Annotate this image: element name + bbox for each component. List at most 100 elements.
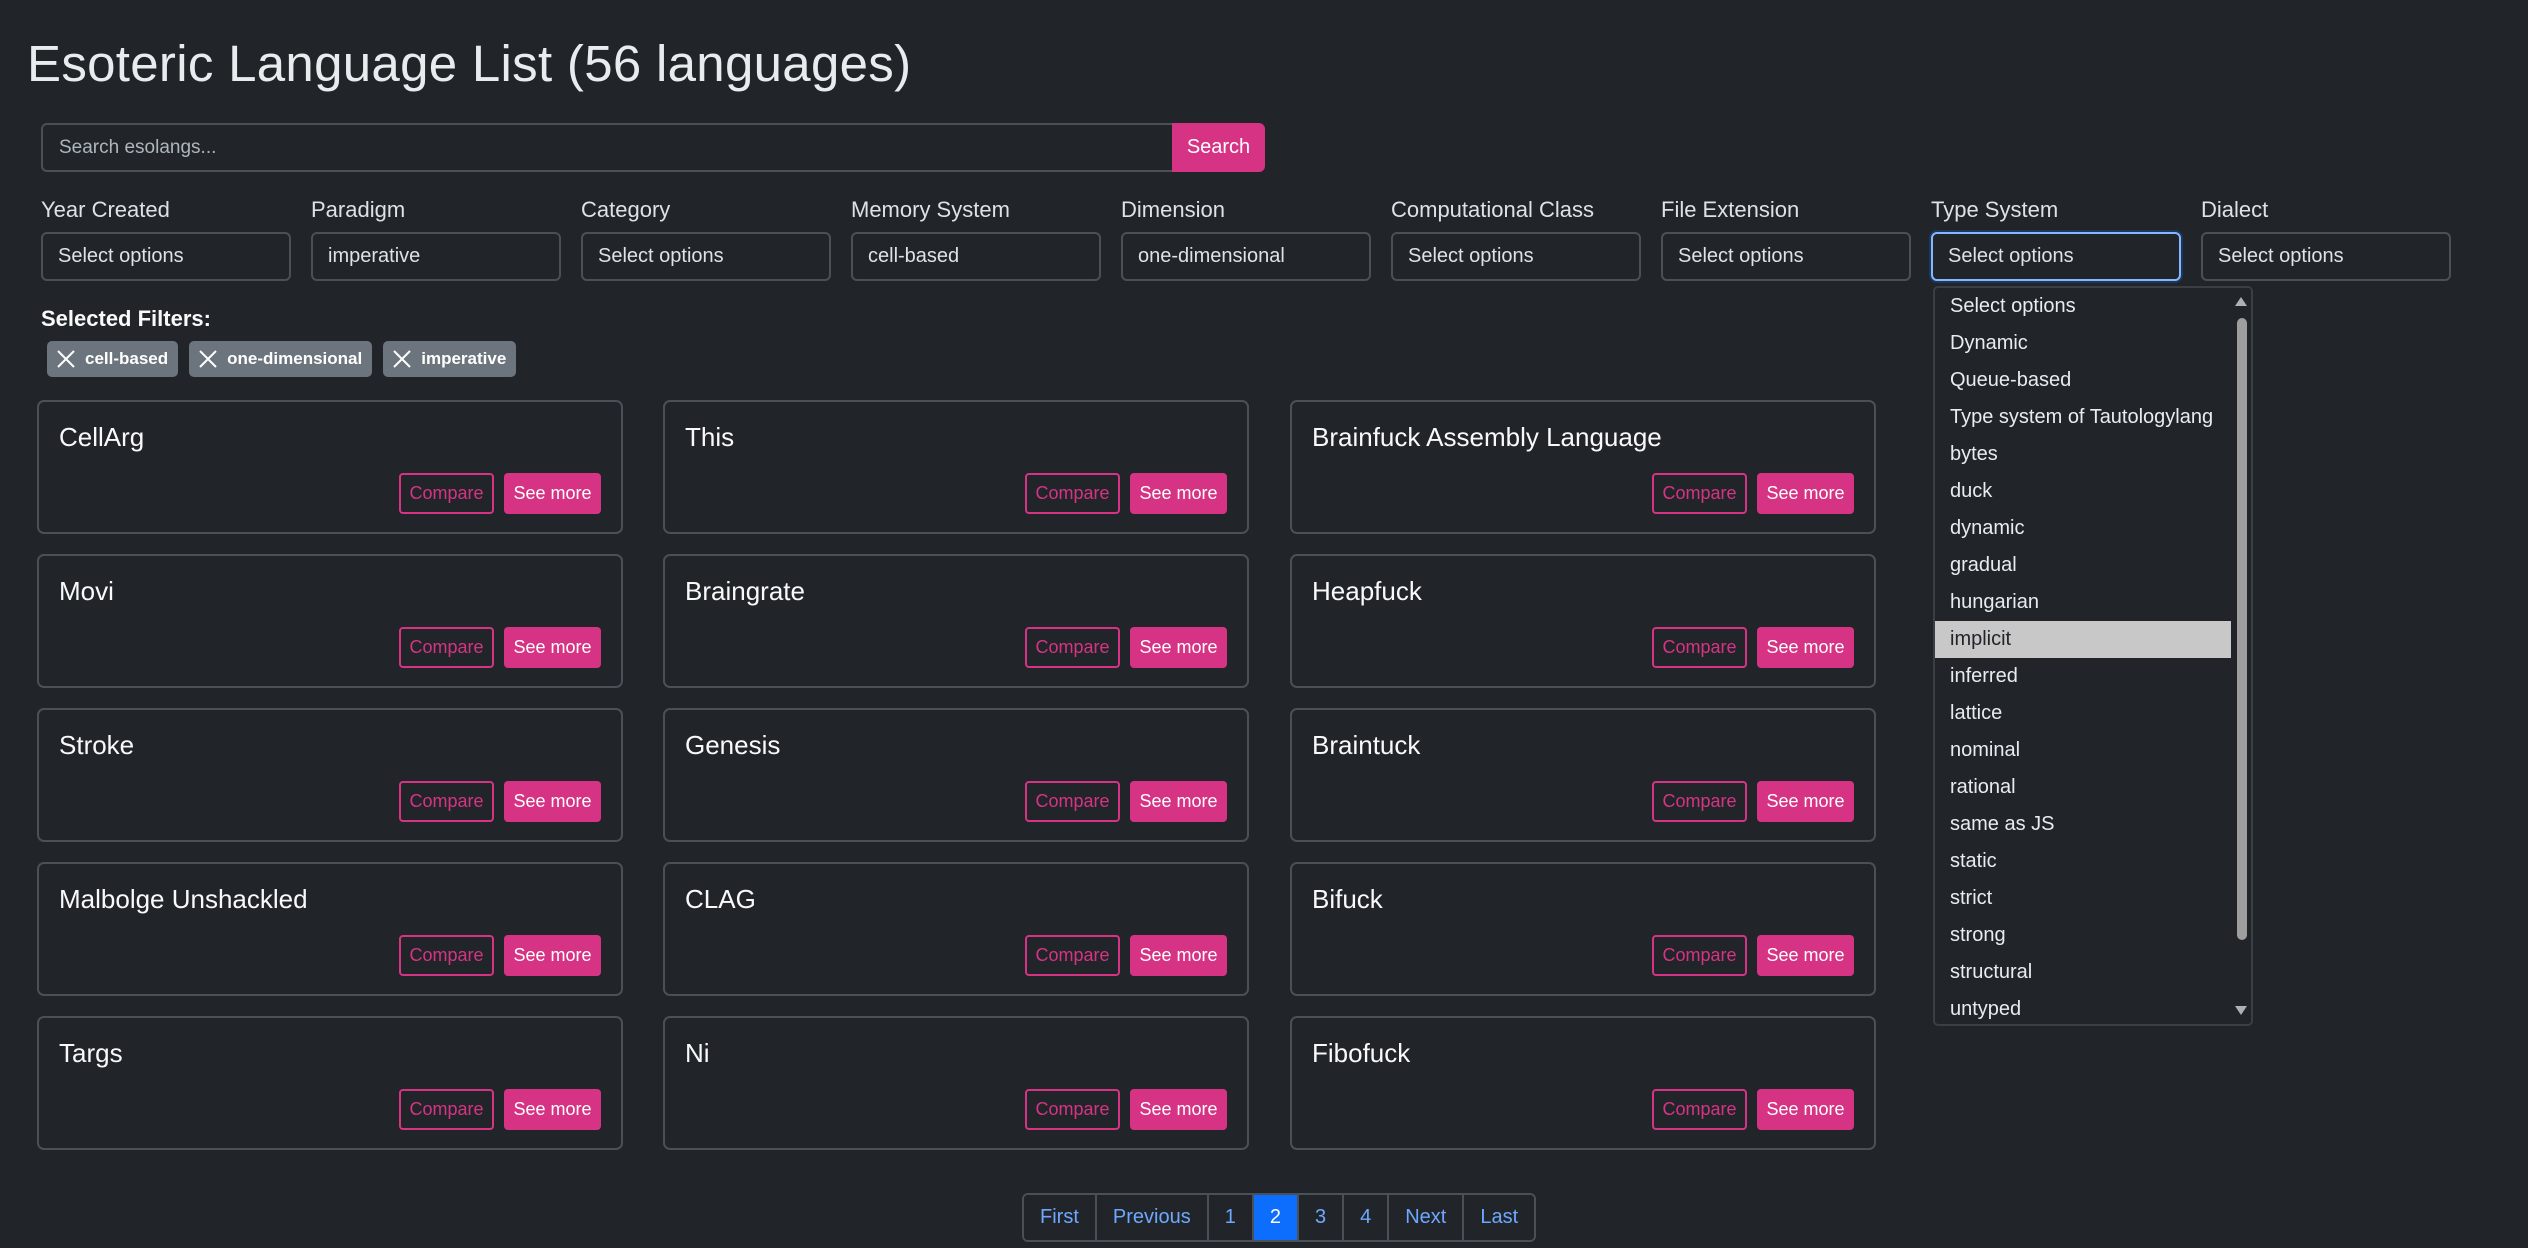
dropdown-option-dynamic[interactable]: Dynamic xyxy=(1935,325,2231,362)
dropdown-option-inferred[interactable]: inferred xyxy=(1935,658,2231,695)
remove-x-icon[interactable] xyxy=(55,348,77,370)
language-card: Genesis Compare See more xyxy=(663,708,1249,842)
dropdown-option-type-system-of-tautologylang[interactable]: Type system of Tautologylang xyxy=(1935,399,2231,436)
compare-button[interactable]: Compare xyxy=(1025,473,1120,514)
dropdown-option-lattice[interactable]: lattice xyxy=(1935,695,2231,732)
filter-chip-one-dimensional[interactable]: one-dimensional xyxy=(189,341,373,377)
language-name: Braingrate xyxy=(685,576,805,606)
filter-select-paradigm[interactable]: imperative xyxy=(311,232,561,281)
dropdown-option-strong[interactable]: strong xyxy=(1935,917,2231,954)
see-more-button[interactable]: See more xyxy=(504,781,601,822)
dropdown-option-rational[interactable]: rational xyxy=(1935,769,2231,806)
dropdown-option-untyped[interactable]: untyped xyxy=(1935,991,2231,1024)
dropdown-option-static[interactable]: static xyxy=(1935,843,2231,880)
compare-button[interactable]: Compare xyxy=(1025,935,1120,976)
dropdown-option-dynamic[interactable]: dynamic xyxy=(1935,510,2231,547)
filter-select-memory-system[interactable]: cell-based xyxy=(851,232,1101,281)
type-system-dropdown-list[interactable]: Select options Dynamic Queue-based Type sys… xyxy=(1933,286,2253,1026)
compare-button[interactable]: Compare xyxy=(1652,935,1747,976)
filter-select-type-system[interactable]: Select options xyxy=(1931,232,2181,281)
filter-dialect: Dialect Select options xyxy=(2201,196,2451,281)
see-more-button[interactable]: See more xyxy=(504,1089,601,1130)
filter-select-file-extension[interactable]: Select options xyxy=(1661,232,1911,281)
dropdown-scrollbar[interactable] xyxy=(2231,288,2251,1024)
filter-select-year-created[interactable]: Select options xyxy=(41,232,291,281)
compare-button[interactable]: Compare xyxy=(1652,1089,1747,1130)
filter-chip-cell-based[interactable]: cell-based xyxy=(47,341,179,377)
filter-category: Category Select options xyxy=(581,196,831,281)
dropdown-option-implicit[interactable]: implicit xyxy=(1935,621,2231,658)
see-more-button[interactable]: See more xyxy=(1757,781,1854,822)
pagination-4[interactable]: 4 xyxy=(1344,1195,1390,1240)
see-more-button[interactable]: See more xyxy=(1757,473,1854,514)
compare-button[interactable]: Compare xyxy=(399,627,494,668)
dropdown-option-bytes[interactable]: bytes xyxy=(1935,436,2231,473)
language-name: Heapfuck xyxy=(1312,576,1422,606)
dropdown-option-same-as-js[interactable]: same as JS xyxy=(1935,806,2231,843)
remove-x-icon[interactable] xyxy=(391,348,413,370)
remove-x-icon[interactable] xyxy=(197,348,219,370)
pagination: First Previous 1 2 3 4 Next Last xyxy=(1022,1193,1537,1242)
see-more-button[interactable]: See more xyxy=(1757,1089,1854,1130)
see-more-button[interactable]: See more xyxy=(1130,627,1227,668)
filter-select-dialect[interactable]: Select options xyxy=(2201,232,2451,281)
dropdown-option-structural[interactable]: structural xyxy=(1935,954,2231,991)
see-more-button[interactable]: See more xyxy=(1130,1089,1227,1130)
search-button[interactable]: Search xyxy=(1172,123,1265,172)
filter-label: Memory System xyxy=(851,197,1010,222)
see-more-button[interactable]: See more xyxy=(504,935,601,976)
scrollbar-thumb[interactable] xyxy=(2237,318,2247,940)
compare-button[interactable]: Compare xyxy=(1652,473,1747,514)
see-more-button[interactable]: See more xyxy=(1757,935,1854,976)
filter-label: Dimension xyxy=(1121,197,1225,222)
pagination-3[interactable]: 3 xyxy=(1298,1195,1345,1240)
see-more-button[interactable]: See more xyxy=(1130,935,1227,976)
dropdown-option-queue-based[interactable]: Queue-based xyxy=(1935,362,2231,399)
language-card: Targs Compare See more xyxy=(37,1016,623,1150)
see-more-button[interactable]: See more xyxy=(504,627,601,668)
see-more-button[interactable]: See more xyxy=(1130,473,1227,514)
compare-button[interactable]: Compare xyxy=(1652,627,1747,668)
see-more-button[interactable]: See more xyxy=(1130,781,1227,822)
compare-button[interactable]: Compare xyxy=(1025,781,1120,822)
pagination-last[interactable]: Last xyxy=(1464,1195,1535,1240)
scroll-up-arrow-icon[interactable] xyxy=(2235,297,2247,306)
compare-button[interactable]: Compare xyxy=(399,935,494,976)
filter-chip-imperative[interactable]: imperative xyxy=(383,341,517,377)
filter-label: Type System xyxy=(1931,197,2059,222)
language-card: CLAG Compare See more xyxy=(663,862,1249,996)
dropdown-option-strict[interactable]: strict xyxy=(1935,880,2231,917)
pagination-1[interactable]: 1 xyxy=(1208,1195,1254,1240)
see-more-button[interactable]: See more xyxy=(1757,627,1854,668)
language-card: CellArg Compare See more xyxy=(37,400,623,534)
see-more-button[interactable]: See more xyxy=(504,473,601,514)
pagination-2[interactable]: 2 xyxy=(1253,1195,1299,1240)
dropdown-option-hungarian[interactable]: hungarian xyxy=(1935,584,2231,621)
language-name: Bifuck xyxy=(1312,884,1383,914)
filter-select-category[interactable]: Select options xyxy=(581,232,831,281)
dropdown-option-duck[interactable]: duck xyxy=(1935,473,2231,510)
filter-label: Category xyxy=(581,197,671,222)
compare-button[interactable]: Compare xyxy=(1025,1089,1120,1130)
pagination-first[interactable]: First xyxy=(1024,1195,1097,1240)
dropdown-option-nominal[interactable]: nominal xyxy=(1935,732,2231,769)
search-bar: Search xyxy=(41,123,1265,172)
language-card: Braintuck Compare See more xyxy=(1290,708,1876,842)
filter-label: File Extension xyxy=(1661,197,1800,222)
dropdown-option-select-options[interactable]: Select options xyxy=(1935,288,2231,325)
search-input[interactable] xyxy=(41,123,1172,172)
filter-computational-class: Computational Class Select options xyxy=(1391,196,1641,281)
filter-select-dimension[interactable]: one-dimensional xyxy=(1121,232,1371,281)
compare-button[interactable]: Compare xyxy=(399,473,494,514)
filter-file-extension: File Extension Select options xyxy=(1661,196,1911,281)
pagination-previous[interactable]: Previous xyxy=(1096,1195,1209,1240)
compare-button[interactable]: Compare xyxy=(1652,781,1747,822)
compare-button[interactable]: Compare xyxy=(399,781,494,822)
filter-select-computational-class[interactable]: Select options xyxy=(1391,232,1641,281)
scroll-down-arrow-icon[interactable] xyxy=(2235,1006,2247,1015)
compare-button[interactable]: Compare xyxy=(1025,627,1120,668)
pagination-next[interactable]: Next xyxy=(1389,1195,1465,1240)
compare-button[interactable]: Compare xyxy=(399,1089,494,1130)
dropdown-option-gradual[interactable]: gradual xyxy=(1935,547,2231,584)
filter-label: Year Created xyxy=(41,197,170,222)
